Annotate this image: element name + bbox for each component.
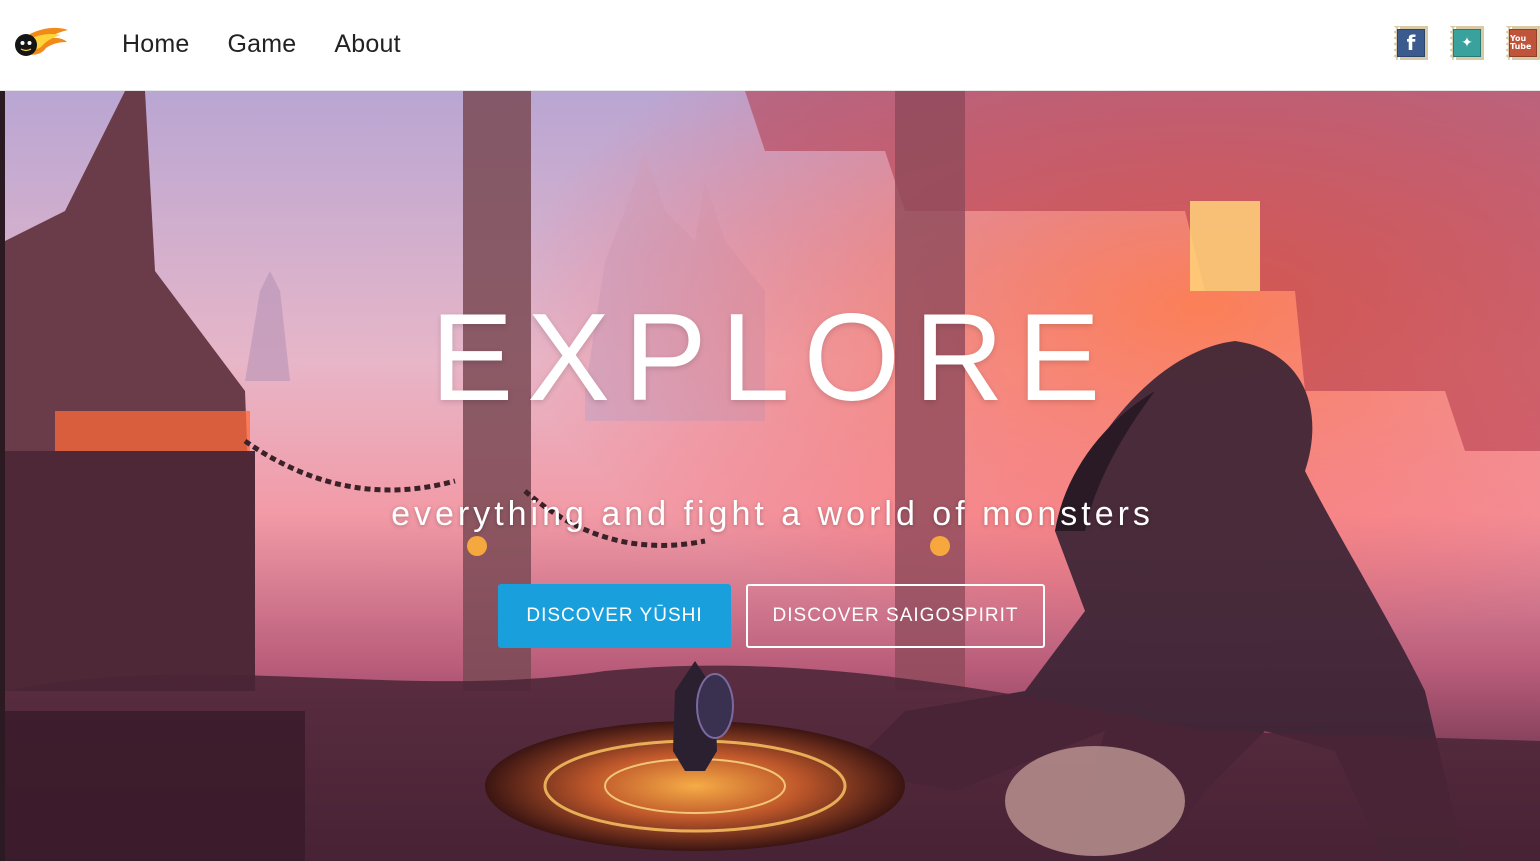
discover-yushi-button[interactable]: DISCOVER YŪSHI (498, 584, 731, 648)
discover-saigospirit-button[interactable]: DISCOVER SAIGOSPIRIT (746, 584, 1045, 648)
hero-title: EXPLORE (430, 289, 1115, 427)
hero-section: EXPLORE everything and fight a world of … (5, 91, 1540, 861)
youtube-glyph: You Tube (1509, 29, 1537, 57)
nav-link-about[interactable]: About (334, 30, 400, 59)
nav-link-game[interactable]: Game (228, 30, 297, 59)
top-navbar: Home Game About f ✦ You Tube (0, 0, 1540, 91)
social-links: f ✦ You Tube (1394, 26, 1540, 60)
facebook-glyph: f (1397, 29, 1425, 57)
main-nav: Home Game About (122, 0, 401, 88)
hero-content: EXPLORE everything and fight a world of … (5, 91, 1540, 861)
hero-subtitle: everything and fight a world of monsters (391, 495, 1154, 533)
youtube-icon[interactable]: You Tube (1506, 26, 1540, 60)
twitter-glyph: ✦ (1453, 29, 1481, 57)
nav-link-home[interactable]: Home (122, 30, 190, 59)
facebook-icon[interactable]: f (1394, 26, 1428, 60)
twitter-icon[interactable]: ✦ (1450, 26, 1484, 60)
fireball-logo-icon[interactable] (12, 26, 70, 62)
